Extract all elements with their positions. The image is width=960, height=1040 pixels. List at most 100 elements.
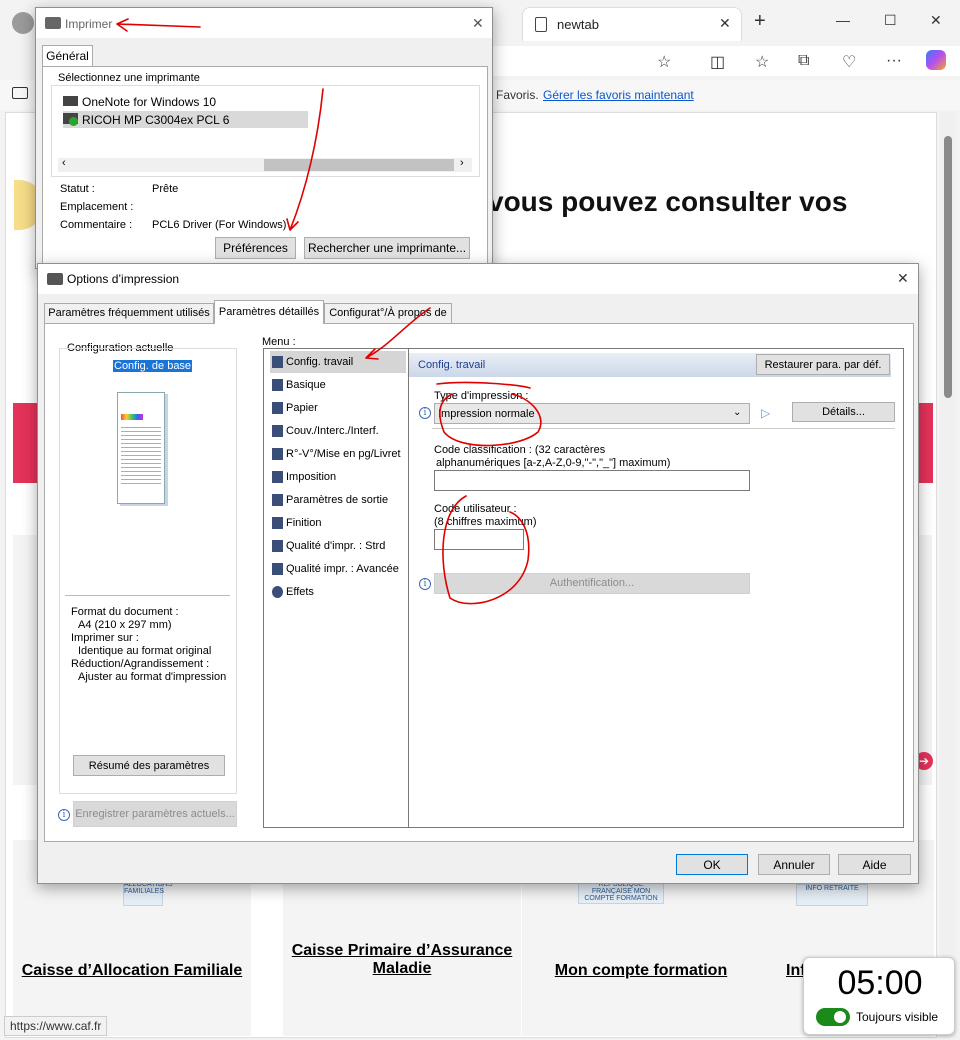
menu-finition[interactable]: Finition <box>270 512 410 534</box>
details-button[interactable]: Détails... <box>792 402 895 422</box>
maximize-icon[interactable]: ☐ <box>884 12 897 29</box>
classification-code-input[interactable] <box>434 470 750 491</box>
more-icon[interactable]: ··· <box>886 52 902 70</box>
card-caf-label[interactable]: Caisse d’Allocation Familiale <box>13 962 251 980</box>
scroll-left-icon[interactable]: ‹ <box>62 157 66 169</box>
print-type-select[interactable]: Impression normale ⌄ <box>434 403 750 424</box>
summary-print-on-value: Identique au format original <box>78 645 212 657</box>
effects-icon <box>272 586 283 598</box>
tab-frequent[interactable]: Paramètres fréquemment utilisés <box>44 303 214 323</box>
finishing-icon <box>272 517 283 529</box>
current-config-value[interactable]: Config. de base <box>113 360 193 372</box>
scrollbar-thumb[interactable] <box>944 136 952 398</box>
output-icon <box>272 494 283 506</box>
scroll-right-icon[interactable]: › <box>460 157 464 169</box>
printer-group-label: Sélectionnez une imprimante <box>58 72 200 84</box>
browser-essentials-icon[interactable]: ♡ <box>842 52 856 72</box>
divider <box>432 428 895 429</box>
location-label: Emplacement : <box>60 201 134 213</box>
menu-label: Menu : <box>262 336 296 348</box>
classification-label-line2: alphanumériques [a-z,A-Z,0-9,"-","_"] ma… <box>436 457 671 469</box>
new-tab-icon[interactable]: + <box>754 10 766 33</box>
folder-icon[interactable] <box>12 87 28 99</box>
split-screen-icon[interactable]: ◫ <box>710 52 725 72</box>
copilot-icon[interactable] <box>926 50 946 70</box>
menu-output[interactable]: Paramètres de sortie <box>270 489 410 511</box>
menu-papier[interactable]: Papier <box>270 397 410 419</box>
restore-defaults-button[interactable]: Restaurer para. par déf. <box>756 354 890 375</box>
classification-label-line1: Code classification : (32 caractères <box>434 444 606 456</box>
printer-icon <box>63 96 78 106</box>
printer-name: RICOH MP C3004ex PCL 6 <box>82 113 230 127</box>
menu-list: Config. travail Basique Papier Couv./Int… <box>263 348 410 828</box>
user-code-label-line1: Code utilisateur : <box>434 503 517 515</box>
close-tab-icon[interactable]: ✕ <box>719 15 731 32</box>
panel-title: Config. travail <box>418 359 486 371</box>
menu-effets[interactable]: Effets <box>270 581 410 603</box>
imposition-icon <box>272 471 283 483</box>
options-titlebar: Options d’impression ✕ <box>38 264 918 294</box>
page-heading: vous pouvez consulter vos <box>488 186 848 217</box>
user-code-input[interactable] <box>434 529 524 550</box>
printer-name: OneNote for Windows 10 <box>82 95 217 109</box>
play-icon[interactable]: ▷ <box>761 406 770 420</box>
menu-imposition[interactable]: Imposition <box>270 466 410 488</box>
menu-quality-adv[interactable]: Qualité impr. : Avancée <box>270 558 410 580</box>
document-preview <box>117 392 171 506</box>
favorite-star-icon[interactable]: ☆ <box>657 52 671 72</box>
status-value: Prête <box>152 183 179 195</box>
summary-reduction-label: Réduction/Agrandissement : <box>71 658 210 670</box>
help-button[interactable]: Aide <box>838 854 911 875</box>
summary-doc-format-label: Format du document : <box>71 606 179 618</box>
scroll-thumb[interactable] <box>264 159 454 171</box>
printer-item-ricoh[interactable]: RICOH MP C3004ex PCL 6 <box>63 111 308 128</box>
menu-config-travail[interactable]: Config. travail <box>270 351 406 373</box>
scrollbar[interactable] <box>940 112 956 1038</box>
ok-button[interactable]: OK <box>676 854 748 875</box>
printer-list-hscroll[interactable]: ‹ › <box>58 157 472 172</box>
preferences-button[interactable]: Préférences <box>215 237 296 259</box>
tab-newtab[interactable]: newtab ✕ <box>522 7 742 41</box>
close-icon[interactable]: ✕ <box>472 15 484 32</box>
document-icon <box>272 379 283 391</box>
cancel-button[interactable]: Annuler <box>758 854 830 875</box>
page-icon <box>535 17 547 32</box>
print-dialog-title: Imprimer <box>65 17 113 31</box>
cover-icon <box>272 425 283 437</box>
menu-basique[interactable]: Basique <box>270 374 410 396</box>
print-options-dialog: Options d’impression ✕ Paramètres fréque… <box>37 263 919 884</box>
menu-quality-std[interactable]: Qualité d'impr. : Strd <box>270 535 410 557</box>
find-printer-button[interactable]: Rechercher une imprimante... <box>304 237 470 259</box>
collections-icon[interactable]: ⧉ <box>798 52 809 70</box>
settings-summary-button[interactable]: Résumé des paramètres <box>73 755 225 776</box>
save-settings-button[interactable]: Enregistrer paramètres actuels... <box>73 801 237 827</box>
favorites-icon[interactable]: ☆ <box>755 52 769 72</box>
card-cpam-label[interactable]: Caisse Primaire d’Assurance Maladie <box>283 942 521 978</box>
always-visible-label: Toujours visible <box>856 1010 939 1024</box>
minimize-icon[interactable]: — <box>836 12 850 28</box>
always-visible-toggle[interactable] <box>816 1008 850 1026</box>
close-icon[interactable]: ✕ <box>897 270 909 287</box>
authentication-button[interactable]: Authentification... <box>434 573 750 594</box>
tab-config-about[interactable]: Configurat°/À propos de <box>324 303 452 323</box>
card-mcf-label[interactable]: Mon compte formation <box>522 962 760 980</box>
tab-title: newtab <box>557 17 599 32</box>
info-icon: i <box>419 578 431 590</box>
user-icon <box>272 356 283 368</box>
manage-favorites-link[interactable]: Gérer les favoris maintenant <box>543 88 694 102</box>
status-label: Statut : <box>60 183 95 195</box>
printer-icon <box>45 17 61 29</box>
tab-detailed[interactable]: Paramètres détaillés <box>214 300 324 324</box>
check-icon <box>69 117 78 126</box>
profile-avatar[interactable] <box>12 12 34 34</box>
timer-time: 05:00 <box>837 964 923 1002</box>
close-window-icon[interactable]: ✕ <box>930 12 942 29</box>
menu-couverture[interactable]: Couv./Interc./Interf. <box>270 420 410 442</box>
info-retraite-logo: INFO RETRAITE <box>796 884 868 906</box>
printer-item-onenote[interactable]: OneNote for Windows 10 <box>63 94 307 110</box>
menu-recto-verso[interactable]: R°-V°/Mise en pg/Livret <box>270 443 410 465</box>
print-dialog-titlebar: Imprimer ✕ <box>36 8 492 38</box>
tab-general[interactable]: Général <box>42 45 93 67</box>
paper-icon <box>272 402 283 414</box>
print-dialog: Imprimer ✕ Général Sélectionnez une impr… <box>35 7 493 270</box>
